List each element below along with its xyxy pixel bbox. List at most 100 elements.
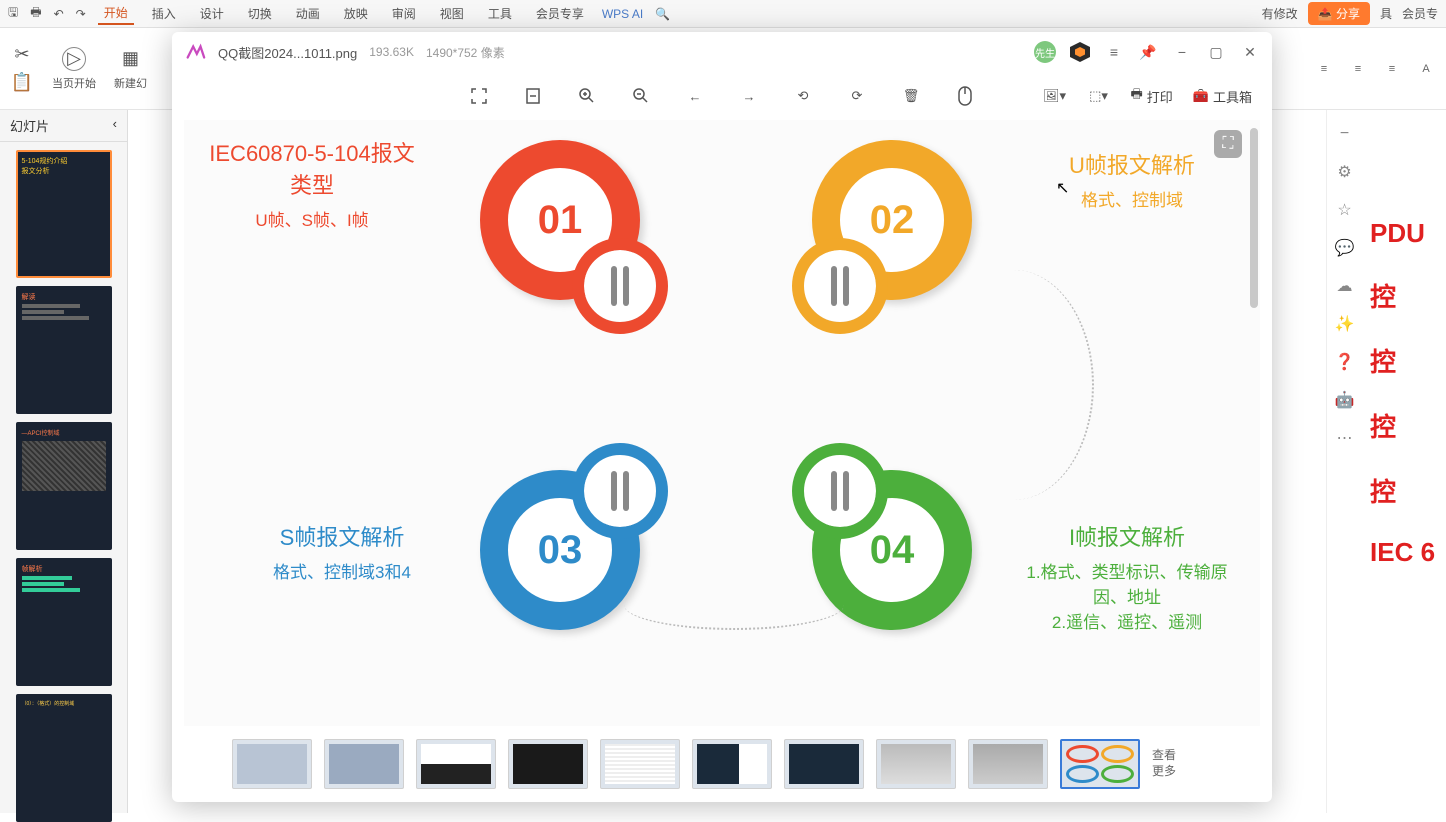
thumb-8[interactable] xyxy=(876,739,956,789)
thumb-1[interactable] xyxy=(232,739,312,789)
mouse-icon[interactable] xyxy=(953,84,977,108)
minimize-button[interactable]: − xyxy=(1172,42,1192,62)
quadrant-1: IEC60870-5-104报文类型 U帧、S帧、I帧 xyxy=(202,136,422,231)
thumb-2[interactable] xyxy=(324,739,404,789)
image-canvas[interactable]: ⛶ ↖ IEC60870-5-104报文类型 U帧、S帧、I帧 U帧报文解析 格… xyxy=(184,120,1260,726)
small-circle-3 xyxy=(584,455,656,527)
print-button[interactable]: 🖶打印 xyxy=(1131,85,1173,107)
tab-start[interactable]: 开始 xyxy=(98,2,134,25)
new-slide-group[interactable]: ▦ 新建幻 xyxy=(114,47,147,91)
slides-header: 幻灯片 ‹ xyxy=(0,110,127,142)
quadrant-3: S帧报文解析 格式、控制域3和4 xyxy=(222,520,462,583)
quadrant-2: U帧报文解析 格式、控制域 xyxy=(1032,148,1232,211)
image-tool-icon[interactable]: 🖼▾ xyxy=(1043,84,1067,108)
content-iec: IEC 6 xyxy=(1370,537,1442,568)
more-sidebar-icon[interactable]: ⋯ xyxy=(1335,428,1355,448)
zoom-in-icon[interactable] xyxy=(575,84,599,108)
zoom-out-sidebar-icon[interactable]: − xyxy=(1335,124,1355,144)
menu-icon[interactable]: ≡ xyxy=(1104,42,1124,62)
thumb-10-active[interactable] xyxy=(1060,739,1140,789)
q4-sub2: 2.遥信、遥控、遥测 xyxy=(1012,608,1242,633)
align-icon[interactable]: ≡ xyxy=(1382,59,1402,79)
displayed-image: ⛶ ↖ IEC60870-5-104报文类型 U帧、S帧、I帧 U帧报文解析 格… xyxy=(184,120,1260,726)
help-sidebar-icon[interactable]: ❓ xyxy=(1335,352,1355,372)
thumb-7[interactable] xyxy=(784,739,864,789)
cut-icon[interactable]: ✂ xyxy=(10,43,34,67)
paste-icon[interactable]: 📋 xyxy=(10,71,34,95)
slide1-line2: 报文分析 xyxy=(22,166,106,176)
connector-arc-right xyxy=(934,270,1094,500)
search-icon[interactable]: 🔍 xyxy=(655,7,670,21)
viewer-filesize: 193.63K xyxy=(369,45,414,59)
tab-slideshow[interactable]: 放映 xyxy=(338,3,374,24)
zoom-out-icon[interactable] xyxy=(629,84,653,108)
tab-view[interactable]: 视图 xyxy=(434,3,470,24)
slide3-line1: —APCI控制域 xyxy=(22,428,106,437)
new-slide-label: 新建幻 xyxy=(114,75,147,91)
play-group[interactable]: ▷ 当页开始 xyxy=(52,47,96,91)
menu-member[interactable]: 会员专 xyxy=(1402,5,1438,22)
star-sidebar-icon[interactable]: ☆ xyxy=(1335,200,1355,220)
settings-sidebar-icon[interactable]: ⚙ xyxy=(1335,162,1355,182)
tab-animation[interactable]: 动画 xyxy=(290,3,326,24)
indent-right-icon[interactable]: ≡ xyxy=(1348,59,1368,79)
rotate-left-icon[interactable]: ⟲ xyxy=(791,84,815,108)
crop-tool-icon[interactable]: ⬚▾ xyxy=(1087,84,1111,108)
close-button[interactable]: ✕ xyxy=(1240,42,1260,62)
share-button[interactable]: 📤 分享 xyxy=(1308,2,1370,25)
view-more-button[interactable]: 查看 更多 xyxy=(1152,748,1176,779)
tab-insert[interactable]: 插入 xyxy=(146,3,182,24)
comment-sidebar-icon[interactable]: 💬 xyxy=(1335,238,1355,258)
indent-left-icon[interactable]: ≡ xyxy=(1314,59,1334,79)
fit-width-icon[interactable] xyxy=(521,84,545,108)
viewer-toolbar: ← → ⟲ ⟳ 🗑 🖼▾ ⬚▾ 🖶打印 🧰工具箱 xyxy=(172,72,1272,120)
thumb-3[interactable] xyxy=(416,739,496,789)
content-ctrl2: 控 xyxy=(1370,342,1442,379)
save-icon[interactable]: 🖫 xyxy=(8,3,18,24)
maximize-button[interactable]: ▢ xyxy=(1206,42,1226,62)
tab-transition[interactable]: 切换 xyxy=(242,3,278,24)
q4-sub1: 1.格式、类型标识、传输原因、地址 xyxy=(1012,558,1242,608)
cloud-sidebar-icon[interactable]: ☁ xyxy=(1335,276,1355,296)
thumb-4[interactable] xyxy=(508,739,588,789)
tab-member[interactable]: 会员专享 xyxy=(530,3,590,24)
tab-design[interactable]: 设计 xyxy=(194,3,230,24)
delete-icon[interactable]: 🗑 xyxy=(899,84,923,108)
menu-more[interactable]: 具 xyxy=(1380,5,1392,22)
thumb-6[interactable] xyxy=(692,739,772,789)
slide-thumb-3[interactable]: —APCI控制域 xyxy=(16,422,112,550)
pin-icon[interactable]: 📌 xyxy=(1138,42,1158,62)
user-avatar[interactable]: 先生 xyxy=(1034,41,1056,63)
q3-title: S帧报文解析 xyxy=(222,520,462,552)
hex-badge-icon[interactable] xyxy=(1070,42,1090,62)
q2-title: U帧报文解析 xyxy=(1032,148,1232,180)
undo-icon[interactable]: ↶ xyxy=(54,7,64,21)
tab-review[interactable]: 审阅 xyxy=(386,3,422,24)
rotate-right-icon[interactable]: ⟳ xyxy=(845,84,869,108)
robot-sidebar-icon[interactable]: 🤖 xyxy=(1335,390,1355,410)
slide-thumb-4[interactable]: 帧解析 xyxy=(16,558,112,686)
play-icon[interactable]: ▷ xyxy=(62,47,86,71)
fullscreen-icon[interactable] xyxy=(467,84,491,108)
redo-icon[interactable]: ↷ xyxy=(76,7,86,21)
wps-ai-label[interactable]: WPS AI xyxy=(602,7,643,21)
slide-thumb-5[interactable]: （0）：（格式）的控制域 xyxy=(16,694,112,822)
slide-thumb-2[interactable]: 解读 xyxy=(16,286,112,414)
changes-indicator[interactable]: 有修改 xyxy=(1262,5,1298,22)
wps-menu-bar: 🖫 🖶 ↶ ↷ 开始 插入 设计 切换 动画 放映 审阅 视图 工具 会员专享 … xyxy=(0,0,1446,28)
tab-tools[interactable]: 工具 xyxy=(482,3,518,24)
print-icon[interactable]: 🖶 xyxy=(30,3,41,24)
vertical-scrollbar[interactable] xyxy=(1250,128,1258,308)
content-ctrl1: 控 xyxy=(1370,277,1442,314)
thumb-5[interactable] xyxy=(600,739,680,789)
thumb-9[interactable] xyxy=(968,739,1048,789)
toolbox-button[interactable]: 🧰工具箱 xyxy=(1193,87,1252,106)
content-ctrl4: 控 xyxy=(1370,472,1442,509)
next-icon[interactable]: → xyxy=(737,84,761,108)
effects-sidebar-icon[interactable]: ✨ xyxy=(1335,314,1355,334)
font-color-icon[interactable]: A xyxy=(1416,59,1436,79)
slide-thumb-1[interactable]: 5-104规约介绍 报文分析 xyxy=(16,150,112,278)
prev-icon[interactable]: ← xyxy=(683,84,707,108)
viewer-dimensions: 1490*752 像素 xyxy=(426,44,505,61)
collapse-icon[interactable]: ‹ xyxy=(113,116,117,135)
